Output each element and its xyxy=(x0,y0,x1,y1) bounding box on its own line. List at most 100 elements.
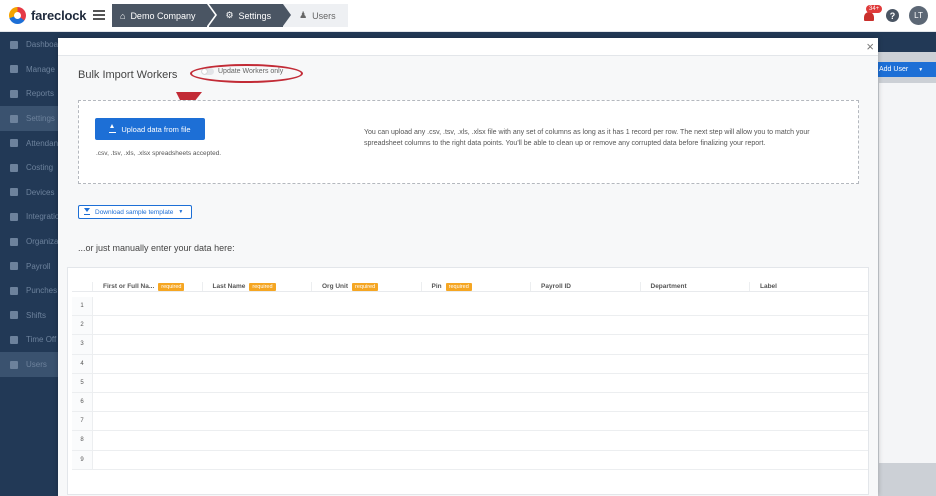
punch-icon xyxy=(10,286,18,295)
background-panel xyxy=(879,83,936,463)
required-badge: required xyxy=(352,282,379,291)
sidebar-item-label: Attendance xyxy=(26,138,58,148)
help-icon[interactable]: ? xyxy=(886,9,899,22)
row-number: 2 xyxy=(72,316,92,335)
row-cells[interactable] xyxy=(92,412,868,431)
gear-icon xyxy=(10,114,18,123)
sidebar-item-manage[interactable]: Manage xyxy=(0,57,58,82)
grid-corner xyxy=(72,282,92,291)
upload-icon xyxy=(109,123,117,133)
notification-count: 34+ xyxy=(866,4,883,13)
row-number: 1 xyxy=(72,297,92,316)
download-sample-button[interactable]: Download sample template ▼ xyxy=(78,205,192,219)
row-cells[interactable] xyxy=(92,373,868,392)
required-badge: required xyxy=(249,282,276,291)
sidebar-item-label: Payroll xyxy=(26,261,51,271)
device-icon xyxy=(10,188,18,197)
table-row: 5 xyxy=(72,373,868,393)
sidebar-item-settings[interactable]: Settings xyxy=(0,106,58,131)
spreadsheet-grid: First or Full Na... required Last Name req… xyxy=(72,282,868,470)
row-number: 6 xyxy=(72,392,92,412)
column-pin[interactable]: Pin required xyxy=(420,282,531,291)
sidebar-item-label: Reports xyxy=(26,89,55,99)
row-cells[interactable] xyxy=(92,354,868,373)
required-badge: required xyxy=(158,282,185,291)
person-icon xyxy=(10,65,18,74)
breadcrumb: ⌂ Demo Company ⚙ Settings ♟ Users xyxy=(112,4,348,27)
row-cells[interactable] xyxy=(92,335,868,354)
chart-icon xyxy=(10,89,18,98)
sidebar-item-label: Integrations xyxy=(26,212,58,222)
sidebar-item-punches[interactable]: Punches xyxy=(0,278,58,303)
column-label: First or Full Na... xyxy=(103,283,155,290)
sidebar-item-label: Settings xyxy=(26,114,55,124)
download-icon xyxy=(84,208,90,215)
sidebar-item-label: Manage xyxy=(26,64,55,74)
table-row: 2 xyxy=(72,316,868,336)
table-row: 6 xyxy=(72,392,868,413)
sidebar-item-label: Users xyxy=(26,360,47,370)
column-label: Last Name xyxy=(212,283,246,290)
breadcrumb-settings[interactable]: ⚙ Settings xyxy=(209,4,291,27)
sidebar-item-users[interactable]: Users xyxy=(0,352,58,377)
add-user-label: Add User xyxy=(879,66,909,73)
users-icon: ♟ xyxy=(299,10,308,20)
sidebar-item-payroll[interactable]: Payroll xyxy=(0,254,58,279)
accepted-formats-note: .csv, .tsv, .xls, .xlsx spreadsheets acc… xyxy=(96,150,222,157)
header-actions: 34+ ? LT xyxy=(862,4,936,25)
column-org-unit[interactable]: Org Unit required xyxy=(311,282,421,291)
dashboard-icon xyxy=(10,40,18,49)
column-label: Label xyxy=(760,283,777,290)
breadcrumb-label: Demo Company xyxy=(130,10,196,21)
row-number: 8 xyxy=(72,431,92,450)
users-icon xyxy=(10,360,18,369)
sidebar-item-integrations[interactable]: Integrations xyxy=(0,205,58,230)
column-label-field[interactable]: Label xyxy=(749,282,859,291)
sidebar-item-label: Costing xyxy=(26,163,54,173)
row-cells[interactable] xyxy=(92,316,868,335)
fareclock-logo-icon xyxy=(9,7,26,24)
upload-button-label: Upload data from file xyxy=(121,124,191,134)
row-cells[interactable] xyxy=(92,392,868,412)
row-number: 7 xyxy=(72,412,92,431)
top-bar: fareclock ⌂ Demo Company ⚙ Settings ♟ Us… xyxy=(0,0,936,32)
sidebar-item-shifts[interactable]: Shifts xyxy=(0,303,58,328)
avatar[interactable]: LT xyxy=(909,6,928,25)
add-user-button[interactable]: Add User ▼ xyxy=(873,62,936,77)
column-last-name[interactable]: Last Name required xyxy=(201,282,312,291)
download-sample-label: Download sample template xyxy=(95,208,174,216)
sidebar-item-reports[interactable]: Reports xyxy=(0,82,58,107)
file-dropzone[interactable]: Upload data from file .csv, .tsv, .xls, … xyxy=(78,100,859,184)
breadcrumb-demo-company[interactable]: ⌂ Demo Company xyxy=(112,4,216,27)
sidebar-item-costing[interactable]: Costing xyxy=(0,155,58,180)
shifts-icon xyxy=(10,311,18,320)
notification-bell-icon[interactable]: 34+ xyxy=(862,4,883,23)
org-icon xyxy=(10,237,18,246)
calendar-icon xyxy=(10,139,18,148)
row-cells[interactable] xyxy=(92,297,868,316)
row-cells[interactable] xyxy=(92,431,868,450)
sidebar-item-organization[interactable]: Organization xyxy=(0,229,58,254)
close-icon[interactable]: × xyxy=(866,40,874,53)
table-row: 9 xyxy=(72,450,868,470)
column-department[interactable]: Department xyxy=(639,282,750,291)
column-first-name[interactable]: First or Full Na... required xyxy=(92,282,202,291)
breadcrumb-label: Settings xyxy=(238,10,272,21)
bulk-import-modal: × Bulk Import Workers Update Workers onl… xyxy=(58,38,878,496)
hamburger-menu-icon[interactable] xyxy=(93,10,105,20)
logo[interactable]: fareclock xyxy=(9,7,86,24)
row-cells[interactable] xyxy=(92,450,868,469)
column-label: Department xyxy=(650,283,687,290)
column-label: Payroll ID xyxy=(541,283,571,290)
data-entry-grid: First or Full Na... required Last Name req… xyxy=(67,267,869,495)
sidebar-item-time-off[interactable]: Time Off xyxy=(0,328,58,353)
table-row: 4 xyxy=(72,354,868,374)
sidebar-item-devices[interactable]: Devices xyxy=(0,180,58,205)
column-label: Org Unit xyxy=(322,283,348,290)
logo-text: fareclock xyxy=(31,8,87,23)
column-payroll-id[interactable]: Payroll ID xyxy=(530,282,640,291)
sidebar-item-attendance[interactable]: Attendance xyxy=(0,131,58,156)
breadcrumb-users[interactable]: ♟ Users xyxy=(283,4,348,27)
upload-file-button[interactable]: Upload data from file xyxy=(95,118,205,140)
sidebar-item-dashboard[interactable]: Dashboard xyxy=(0,33,58,58)
